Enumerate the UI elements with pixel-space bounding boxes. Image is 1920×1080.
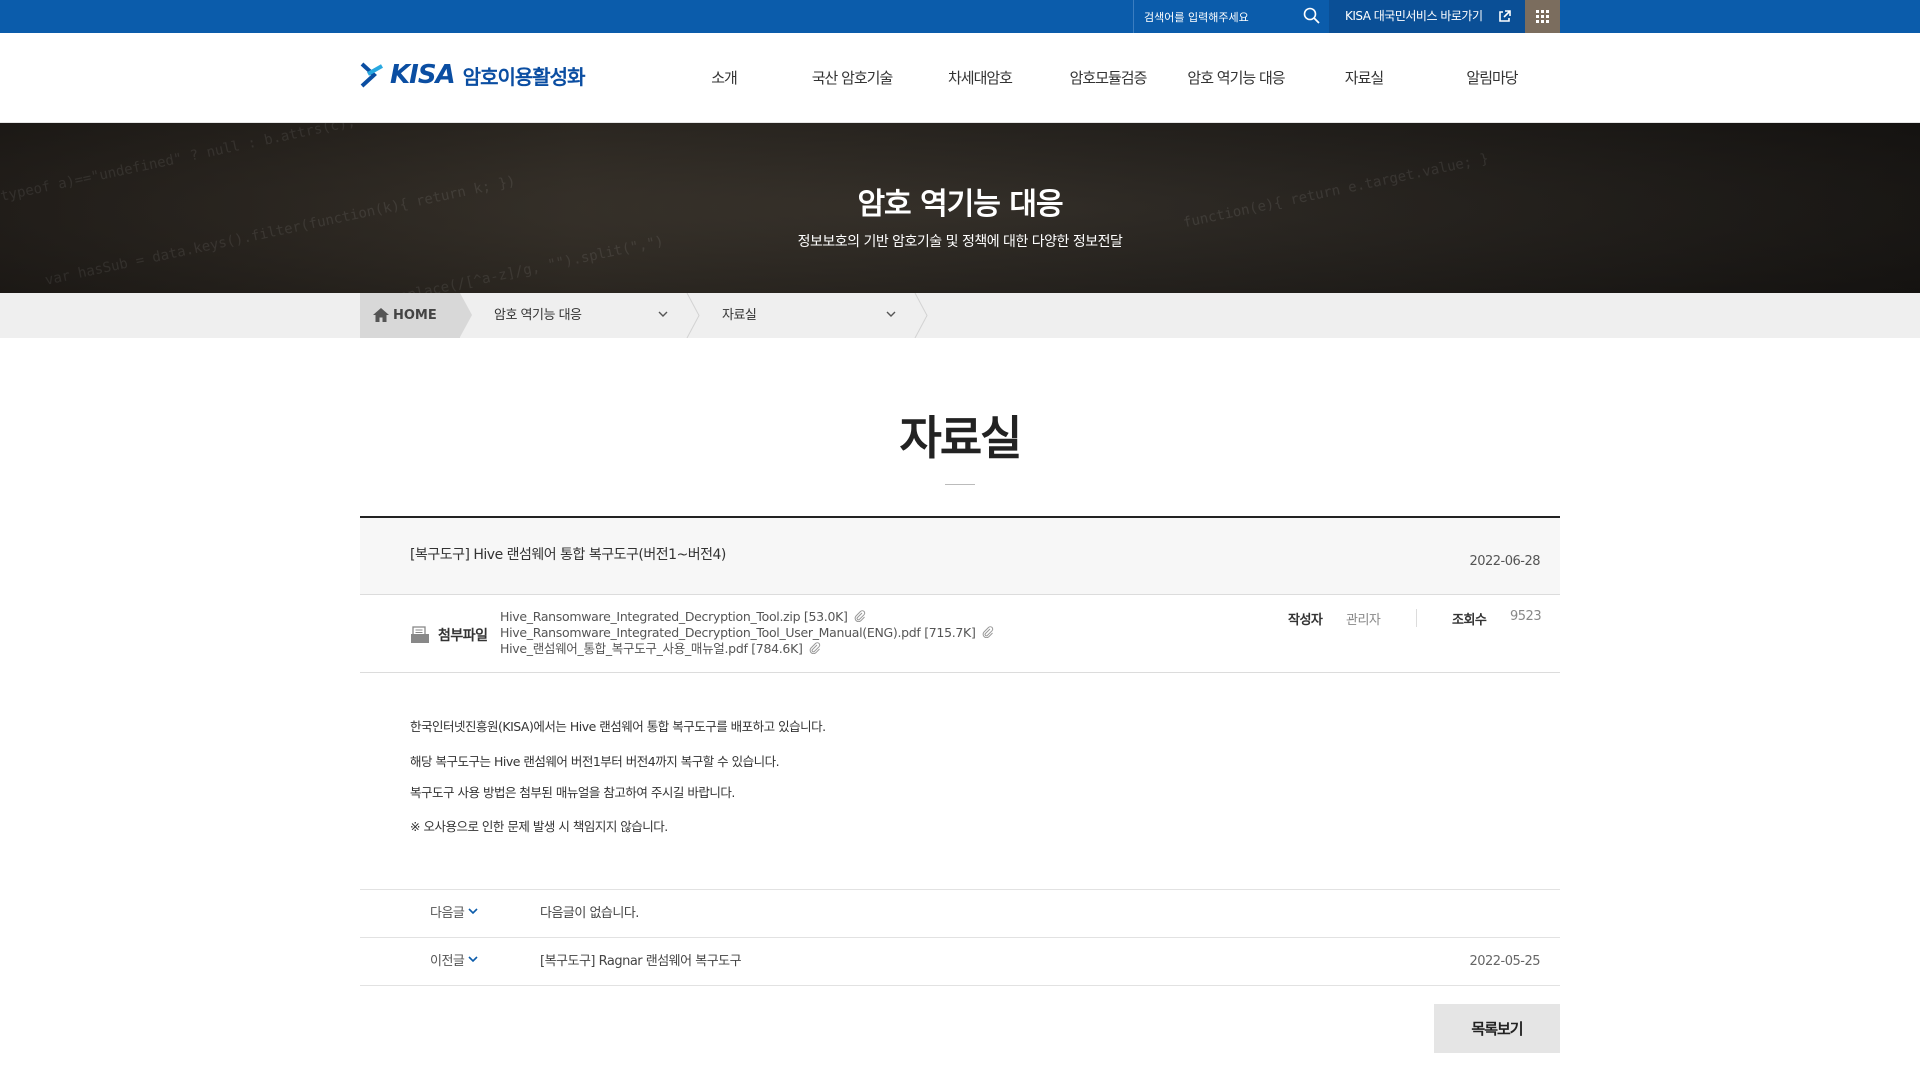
- post-subject: [복구도구] Hive 랜섬웨어 통합 복구도구(버전1~버전4): [410, 547, 726, 563]
- search-input[interactable]: [1144, 8, 1294, 26]
- paperclip-icon: [982, 626, 993, 638]
- post-navigation: 다음글 다음글이 없습니다. 이전글 [복구도구] Ragnar 랜섬웨어 복구…: [360, 889, 1560, 986]
- author-label: 작성자: [1288, 613, 1323, 628]
- next-post-label-text: 다음글: [430, 906, 465, 921]
- grid-menu-icon: [1536, 10, 1549, 23]
- post-author: 작성자: [1288, 609, 1323, 628]
- attachment-label: 첨부파일: [438, 628, 488, 644]
- breadcrumb-level2-label: 자료실: [722, 308, 757, 323]
- kisa-service-link[interactable]: KISA 대국민서비스 바로가기: [1329, 0, 1525, 33]
- post-date: 2022-06-28: [1469, 554, 1540, 569]
- banner-subtitle: 정보보호의 기반 암호기술 및 정책에 대한 다양한 정보전달: [797, 234, 1123, 250]
- prev-post-row[interactable]: 이전글 [복구도구] Ragnar 랜섬웨어 복구도구 2022-05-25: [360, 938, 1560, 986]
- post-views: 조회수: [1452, 609, 1487, 628]
- banner-title: 암호 역기능 대응: [857, 187, 1063, 222]
- title-divider: [945, 484, 975, 485]
- prev-post-link[interactable]: [복구도구] Ragnar 랜섬웨어 복구도구: [540, 938, 742, 986]
- site-logo[interactable]: KISA 암호이용활성화: [360, 55, 586, 95]
- next-post-row: 다음글 다음글이 없습니다.: [360, 890, 1560, 938]
- breadcrumb-separator: [914, 293, 928, 338]
- paperclip-icon: [854, 610, 865, 622]
- home-icon: [373, 308, 389, 322]
- external-link-icon: [1499, 10, 1511, 22]
- post-body-paragraph: 해당 복구도구는 Hive 랜섬웨어 버전1부터 버전4까지 복구할 수 있습니…: [410, 754, 780, 769]
- main-nav: 소개 국산 암호기술 차세대암호 암호모듈검증 암호 역기능 대응 자료실 알림…: [660, 33, 1556, 123]
- kisa-service-link-label: KISA 대국민서비스 바로가기: [1345, 9, 1483, 23]
- post-views-value: 9523: [1510, 609, 1542, 624]
- chevron-down-icon: [468, 956, 478, 963]
- nav-item-archive[interactable]: 자료실: [1300, 33, 1428, 123]
- attachment-file-name: Hive_Ransomware_Integrated_Decryption_To…: [500, 625, 976, 640]
- breadcrumb-separator: [686, 293, 700, 338]
- nav-item-intro[interactable]: 소개: [660, 33, 788, 123]
- list-button[interactable]: 목록보기: [1434, 1004, 1560, 1053]
- attachment-file-name: Hive_Ransomware_Integrated_Decryption_To…: [500, 609, 848, 624]
- chevron-down-icon: [468, 908, 478, 915]
- attachment-file[interactable]: Hive_Ransomware_Integrated_Decryption_To…: [500, 625, 994, 641]
- post-body-paragraph: 한국인터넷진흥원(KISA)에서는 Hive 랜섬웨어 통합 복구도구를 배포하…: [410, 719, 826, 734]
- views-label: 조회수: [1452, 613, 1487, 628]
- views-value: 9523: [1510, 609, 1542, 624]
- breadcrumb-home-label: HOME: [393, 308, 437, 323]
- nav-item-module-validation[interactable]: 암호모듈검증: [1044, 33, 1172, 123]
- breadcrumb-dropdown-level1[interactable]: 암호 역기능 대응: [494, 293, 668, 338]
- search-icon[interactable]: [1302, 6, 1322, 26]
- attachment-file[interactable]: Hive_Ransomware_Integrated_Decryption_To…: [500, 609, 994, 625]
- post-info: 첨부파일 Hive_Ransomware_Integrated_Decrypti…: [360, 595, 1560, 673]
- breadcrumb-level1-label: 암호 역기능 대응: [494, 308, 582, 323]
- breadcrumb-home-arrow: [460, 293, 472, 337]
- nav-item-next-gen-crypto[interactable]: 차세대암호: [916, 33, 1044, 123]
- top-utility-bar: KISA 대국민서비스 바로가기: [0, 0, 1920, 33]
- attachment-list: Hive_Ransomware_Integrated_Decryption_To…: [500, 609, 994, 657]
- author-value: 관리자: [1346, 613, 1381, 628]
- prev-post-label: 이전글: [430, 938, 478, 986]
- breadcrumb: HOME 암호 역기능 대응 자료실: [0, 293, 1920, 338]
- site-header: KISA 암호이용활성화 소개 국산 암호기술 차세대암호 암호모듈검증 암호 …: [0, 33, 1920, 123]
- top-search: [1133, 0, 1329, 33]
- attachment-file-name: Hive_랜섬웨어_통합_복구도구_사용_매뉴얼.pdf [784.6K]: [500, 641, 803, 656]
- paperclip-icon: [809, 642, 820, 654]
- chevron-down-icon: [886, 311, 896, 317]
- chevron-down-icon: [658, 311, 668, 317]
- prev-post-label-text: 이전글: [430, 954, 465, 969]
- sitemap-button[interactable]: [1525, 0, 1560, 33]
- post-body-paragraph: 복구도구 사용 방법은 첨부된 매뉴얼을 참고하여 주시길 바랍니다.: [410, 785, 735, 800]
- meta-divider: [1416, 609, 1417, 627]
- prev-post-date: 2022-05-25: [1469, 954, 1540, 969]
- kisa-logo-mark-icon: [360, 62, 383, 88]
- attachment-file[interactable]: Hive_랜섬웨어_통합_복구도구_사용_매뉴얼.pdf [784.6K]: [500, 641, 994, 657]
- nav-item-notice[interactable]: 알림마당: [1428, 33, 1556, 123]
- post-body-paragraph: ※ 오사용으로 인한 문제 발생 시 책임지지 않습니다.: [410, 819, 668, 834]
- nav-item-domestic-crypto[interactable]: 국산 암호기술: [788, 33, 916, 123]
- logo-brand: KISA: [390, 60, 456, 90]
- breadcrumb-dropdown-level2[interactable]: 자료실: [722, 293, 896, 338]
- nav-item-crypto-response[interactable]: 암호 역기능 대응: [1172, 33, 1300, 123]
- post-header: [복구도구] Hive 랜섬웨어 통합 복구도구(버전1~버전4) 2022-0…: [360, 516, 1560, 595]
- sub-banner: _(typeof a)=="undefined" ? null : b.attr…: [0, 123, 1920, 293]
- attachment-icon: [411, 626, 429, 643]
- page-title: 자료실: [899, 411, 1023, 465]
- logo-site-name: 암호이용활성화: [462, 64, 586, 89]
- next-post-label: 다음글: [430, 890, 478, 938]
- next-post-title: 다음글이 없습니다.: [540, 906, 639, 921]
- post-author-value: 관리자: [1346, 609, 1381, 628]
